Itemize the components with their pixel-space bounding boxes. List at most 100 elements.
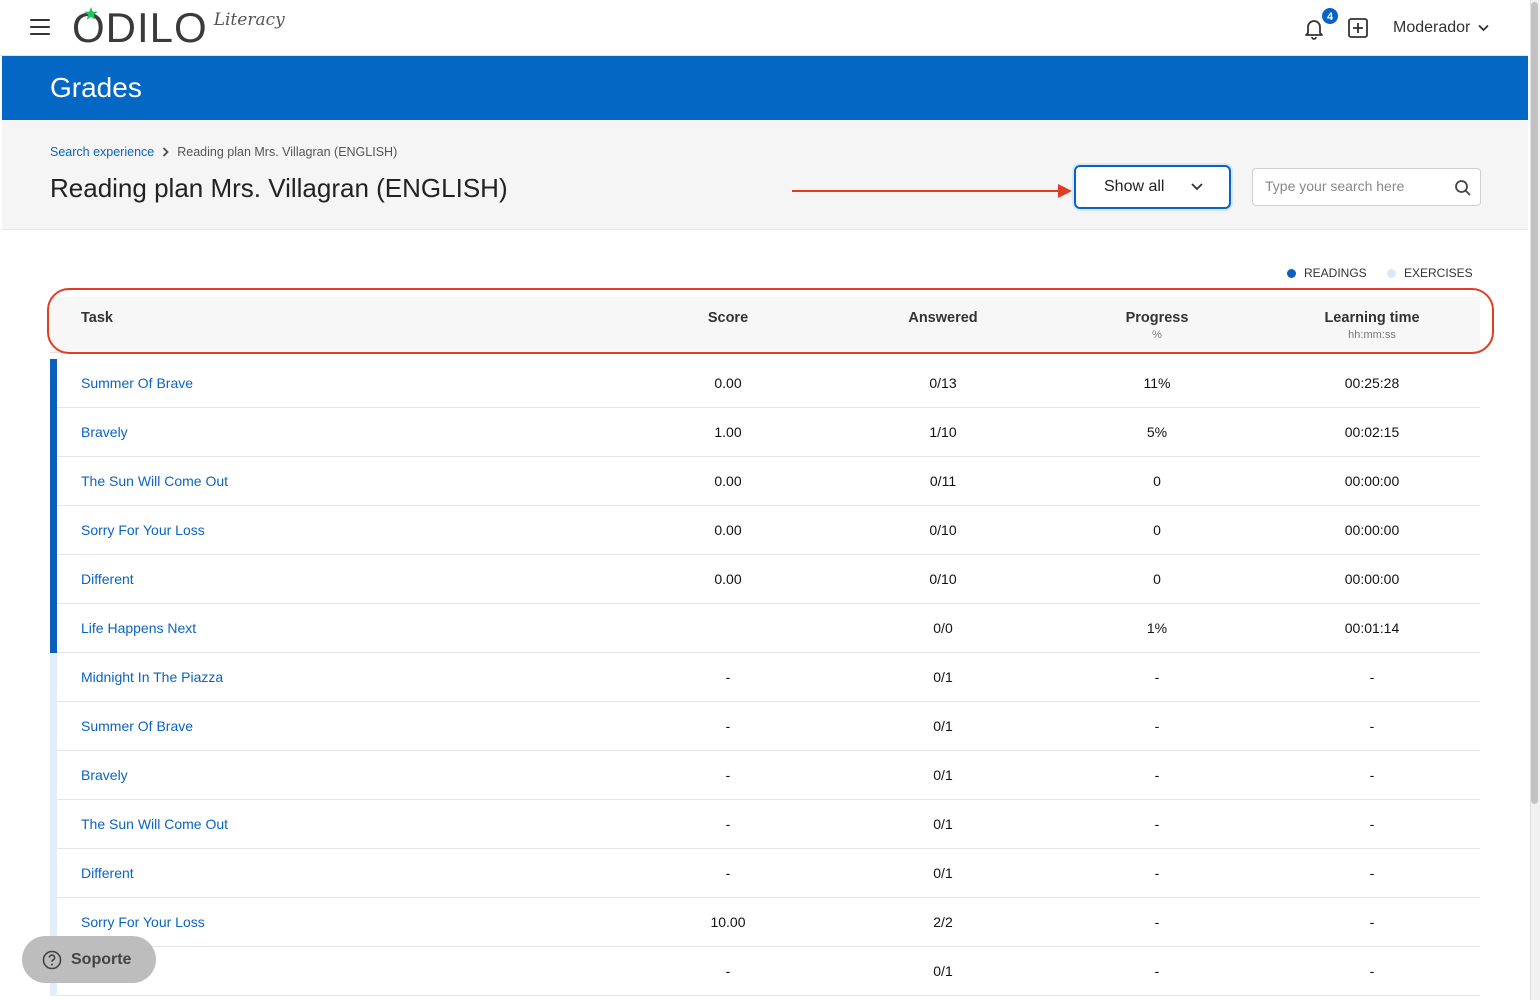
task-link[interactable]: The Sun Will Come Out: [81, 816, 228, 832]
table-row: Life Happens Next 0/0 1% 00:01:14: [50, 604, 1480, 653]
table-row: Sorry For Your Loss 10.00 2/2 - -: [50, 898, 1480, 947]
table-row: The Sun Will Come Out - 0/1 - -: [50, 800, 1480, 849]
task-link[interactable]: Life Happens Next: [81, 620, 196, 636]
table-body: Summer Of Brave 0.00 0/13 11% 00:25:28 Bravel…: [50, 359, 1480, 996]
legend-label-readings: READINGS: [1304, 266, 1367, 280]
cell-progress: 0: [1153, 571, 1161, 587]
cell-progress: -: [1154, 767, 1160, 783]
filter-dropdown[interactable]: Show all: [1074, 165, 1231, 209]
row-indicator-exercise: [50, 702, 57, 751]
cell-time: -: [1369, 669, 1375, 685]
task-link[interactable]: Midnight In The Piazza: [81, 669, 223, 685]
column-header-progress-label: Progress: [1125, 310, 1189, 326]
cell-progress: -: [1154, 816, 1160, 832]
row-indicator-reading: [50, 457, 57, 506]
table-row: Different 0.00 0/10 0 00:00:00: [50, 555, 1480, 604]
annotation-arrow-icon: [792, 184, 1072, 198]
cell-progress: -: [1154, 865, 1160, 881]
table-header: Task Score Answered Progress % Learning …: [50, 297, 1480, 353]
column-header-answered[interactable]: Answered: [883, 310, 1003, 326]
cell-progress: -: [1154, 963, 1160, 979]
star-icon: [84, 7, 98, 20]
search-input[interactable]: [1265, 178, 1445, 194]
cell-progress: -: [1154, 669, 1160, 685]
support-button-label: Soporte: [71, 950, 132, 968]
cell-score: 0.00: [714, 571, 742, 587]
cell-progress: 11%: [1143, 375, 1171, 391]
support-button[interactable]: Soporte: [22, 936, 156, 983]
row-indicator-reading: [50, 604, 57, 653]
task-link[interactable]: Different: [81, 865, 134, 881]
cell-time: -: [1369, 767, 1375, 783]
cell-score: 1.00: [714, 424, 742, 440]
cell-score: 0.00: [714, 375, 742, 391]
task-link[interactable]: Sorry For Your Loss: [81, 914, 205, 930]
table-row: Bravely - 0/1 - -: [50, 751, 1480, 800]
task-link[interactable]: Sorry For Your Loss: [81, 522, 205, 538]
breadcrumb-link-search-experience[interactable]: Search experience: [50, 145, 154, 159]
cell-answered: 1/10: [929, 424, 957, 440]
chevron-down-icon: [1478, 24, 1490, 32]
task-link[interactable]: Bravely: [81, 424, 128, 440]
legend-label-exercises: EXERCISES: [1404, 266, 1473, 280]
row-indicator-exercise: [50, 751, 57, 800]
cell-score: -: [725, 718, 731, 734]
cell-score: 10.00: [710, 914, 746, 930]
search-icon[interactable]: [1454, 179, 1472, 197]
cell-answered: 0/1: [933, 718, 953, 734]
chevron-down-icon: [1191, 183, 1203, 191]
task-link[interactable]: Summer Of Brave: [81, 718, 193, 734]
row-indicator-exercise: [50, 800, 57, 849]
user-menu-label: Moderador: [1393, 19, 1471, 36]
cell-score: 0.00: [714, 522, 742, 538]
hamburger-menu-icon[interactable]: [30, 19, 50, 35]
table-row: Different - 0/1 - -: [50, 849, 1480, 898]
cell-time: 00:00:00: [1344, 473, 1400, 489]
cell-time: 00:25:28: [1344, 375, 1400, 391]
section-header: Grades: [2, 56, 1528, 120]
cell-progress: 0: [1153, 473, 1161, 489]
add-box-icon[interactable]: [1347, 17, 1369, 39]
task-link[interactable]: The Sun Will Come Out: [81, 473, 228, 489]
column-header-progress[interactable]: Progress %: [1097, 310, 1217, 341]
row-indicator-reading: [50, 506, 57, 555]
table-row: Summer Of Brave - 0/1 - -: [50, 702, 1480, 751]
breadcrumb-current: Reading plan Mrs. Villagran (ENGLISH): [177, 145, 398, 159]
table-row: Summer Of Brave 0.00 0/13 11% 00:25:28: [50, 359, 1480, 408]
table-row: Sorry For Your Loss 0.00 0/10 0 00:00:00: [50, 506, 1480, 555]
task-link[interactable]: Different: [81, 571, 134, 587]
cell-time: -: [1369, 816, 1375, 832]
cell-score: -: [725, 767, 731, 783]
column-header-learning-time[interactable]: Learning time hh:mm:ss: [1302, 310, 1442, 341]
legend-dot-exercises: [1387, 268, 1396, 278]
filter-dropdown-value: Show all: [1104, 178, 1165, 195]
search-box: [1252, 168, 1481, 206]
scrollbar-thumb[interactable]: [1531, 2, 1538, 804]
column-header-score[interactable]: Score: [668, 310, 788, 326]
table-row: - 0/1 - -: [50, 947, 1480, 996]
table-row: The Sun Will Come Out 0.00 0/11 0 00:00:00: [50, 457, 1480, 506]
row-indicator-reading: [50, 555, 57, 604]
column-header-task[interactable]: Task: [81, 310, 113, 326]
notification-count-badge: 4: [1321, 7, 1339, 25]
cell-answered: 0/11: [929, 473, 957, 489]
help-icon: [42, 950, 62, 969]
cell-answered: 0/13: [929, 375, 957, 391]
cell-progress: -: [1154, 718, 1160, 734]
legend-exercises: EXERCISES: [1387, 266, 1473, 280]
cell-score: -: [725, 963, 731, 979]
cell-progress: 0: [1153, 522, 1161, 538]
logo-product: Literacy: [213, 10, 285, 30]
odilo-logo[interactable]: ODILO Literacy: [72, 6, 285, 50]
cell-score: -: [725, 816, 731, 832]
task-link[interactable]: Summer Of Brave: [81, 375, 193, 391]
page-header: Search experience Reading plan Mrs. Vill…: [2, 120, 1528, 230]
cell-time: 00:02:15: [1344, 424, 1400, 440]
cell-score: -: [725, 865, 731, 881]
user-menu[interactable]: Moderador: [1393, 18, 1490, 38]
task-link[interactable]: Bravely: [81, 767, 128, 783]
cell-progress: -: [1154, 914, 1160, 930]
top-bar: ODILO Literacy 4 Moderador: [0, 0, 1528, 56]
row-indicator-exercise: [50, 849, 57, 898]
legend-dot-readings: [1287, 268, 1296, 278]
